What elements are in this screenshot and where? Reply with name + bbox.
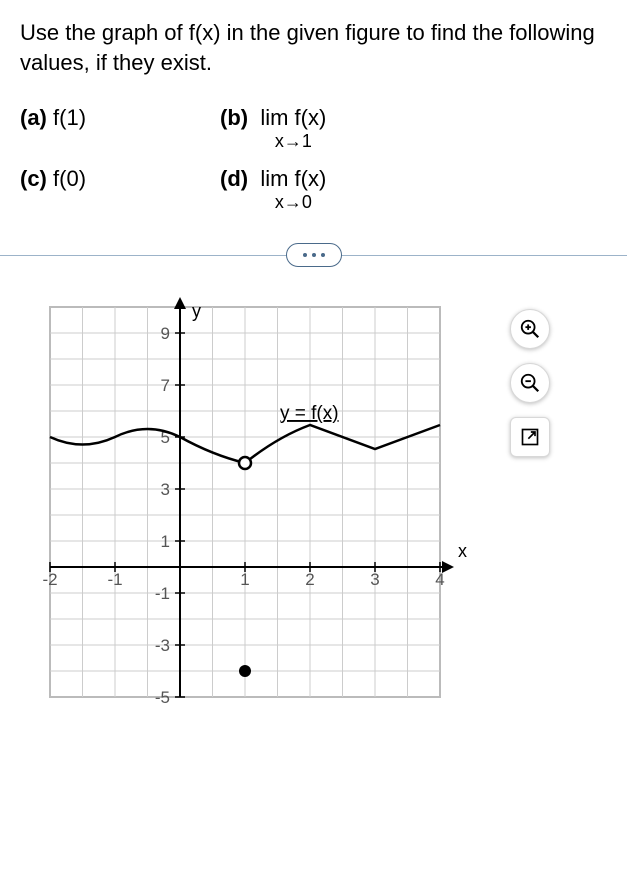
svg-text:-5: -5 [155,688,170,707]
zoom-in-button[interactable] [510,309,550,349]
dot-icon [312,253,316,257]
svg-text:-1: -1 [107,570,122,589]
zoom-out-button[interactable] [510,363,550,403]
dot-icon [303,253,307,257]
part-c: (c) f(0) [20,166,220,213]
graph-svg: 9 7 5 3 1 -1 -3 -5 -2 -1 1 2 3 4 [20,297,480,727]
function-label: y = f(x) [280,403,339,424]
graph-container: 9 7 5 3 1 -1 -3 -5 -2 -1 1 2 3 4 [20,297,580,737]
limit-sub: x→1 [260,131,326,152]
part-b-label: (b) [220,105,248,130]
part-d-label: (d) [220,166,248,191]
closed-point [239,665,251,677]
svg-text:2: 2 [305,570,314,589]
parts-grid: (a) f(1) (b) lim f(x) x→1 (c) f(0) (d) l… [20,105,607,213]
part-a-label: (a) [20,105,47,130]
limit-text: lim f(x) [260,105,326,131]
part-c-label: (c) [20,166,47,191]
expand-button[interactable] [510,417,550,457]
divider [20,243,607,267]
x-tick-labels: -2 -1 1 2 3 4 [42,570,444,589]
axes [50,297,454,697]
part-a: (a) f(1) [20,105,220,152]
limit-sub: x→0 [260,192,326,213]
y-axis-label: y [192,301,201,321]
more-options-button[interactable] [286,243,342,267]
open-point [239,457,251,469]
part-d: (d) lim f(x) x→0 [220,166,607,213]
svg-text:-3: -3 [155,636,170,655]
icon-column [510,309,550,457]
x-axis-label: x [458,541,467,561]
svg-text:9: 9 [161,324,170,343]
part-d-limit: lim f(x) x→0 [260,166,326,213]
grid [50,307,440,697]
zoom-in-icon [519,318,541,340]
svg-text:-1: -1 [155,584,170,603]
svg-text:-2: -2 [42,570,57,589]
part-a-text: f(1) [53,105,86,130]
part-b: (b) lim f(x) x→1 [220,105,607,152]
problem-prompt: Use the graph of f(x) in the given figur… [20,18,607,77]
svg-text:1: 1 [240,570,249,589]
svg-text:3: 3 [370,570,379,589]
part-b-limit: lim f(x) x→1 [260,105,326,152]
svg-text:7: 7 [161,376,170,395]
expand-icon [520,427,540,447]
svg-text:3: 3 [161,480,170,499]
svg-text:4: 4 [435,570,444,589]
zoom-out-icon [519,372,541,394]
dot-icon [321,253,325,257]
limit-text: lim f(x) [260,166,326,192]
part-c-text: f(0) [53,166,86,191]
svg-text:1: 1 [161,532,170,551]
